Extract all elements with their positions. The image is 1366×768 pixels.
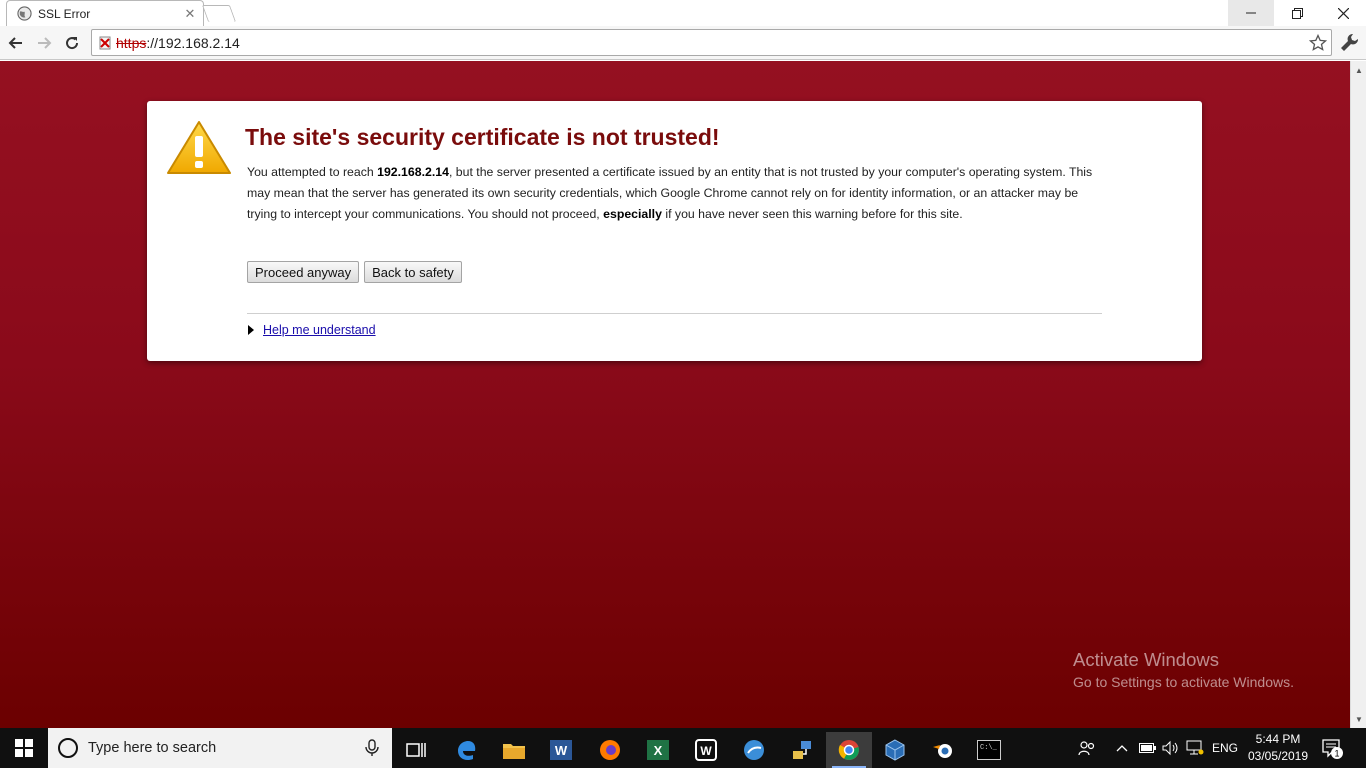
show-hidden-icons-chevron-icon[interactable] — [1116, 728, 1128, 768]
browser-toolbar: https://192.168.2.14 — [0, 26, 1366, 60]
svg-text:W: W — [555, 743, 568, 758]
people-icon[interactable] — [1078, 728, 1096, 768]
forward-button[interactable] — [32, 31, 56, 55]
page-content: The site's security certificate is not t… — [0, 61, 1350, 728]
scroll-up-arrow-icon[interactable]: ▲ — [1351, 63, 1366, 77]
error-description: You attempted to reach 192.168.2.14, but… — [247, 162, 1107, 225]
edge-icon[interactable] — [443, 732, 489, 768]
disclosure-triangle-icon[interactable] — [248, 325, 254, 335]
svg-text:C:\_: C:\_ — [980, 744, 998, 752]
globe-icon — [17, 6, 32, 21]
restore-icon — [1291, 7, 1303, 19]
network-icon[interactable] — [1186, 728, 1204, 768]
wiki-app-icon[interactable]: W — [683, 732, 729, 768]
broken-lock-icon — [99, 36, 111, 49]
virtualbox-icon[interactable] — [872, 732, 918, 768]
task-view-icon[interactable] — [393, 732, 439, 768]
windows-logo-icon — [15, 739, 33, 757]
bookmark-star-icon[interactable] — [1309, 34, 1327, 52]
terminal-icon[interactable]: C:\_ — [966, 732, 1012, 768]
svg-text:X: X — [654, 743, 663, 758]
cortana-icon — [58, 738, 78, 758]
svg-text:W: W — [700, 744, 712, 758]
error-emphasis: especially — [603, 207, 662, 221]
volume-icon[interactable] — [1162, 728, 1180, 768]
help-me-understand-link[interactable]: Help me understand — [263, 323, 376, 337]
error-text-3: if you have never seen this warning befo… — [661, 207, 963, 221]
excel-icon[interactable]: X — [635, 732, 681, 768]
ssl-error-card: The site's security certificate is not t… — [147, 101, 1202, 361]
back-button[interactable] — [4, 31, 28, 55]
restore-button[interactable] — [1274, 0, 1320, 26]
language-indicator[interactable]: ENG — [1212, 728, 1238, 768]
battery-icon[interactable] — [1139, 728, 1157, 768]
blender-icon[interactable] — [920, 732, 966, 768]
proceed-anyway-button[interactable]: Proceed anyway — [247, 261, 360, 283]
reload-button[interactable] — [60, 31, 84, 55]
start-button[interactable] — [0, 728, 48, 768]
tab-ssl-error[interactable]: SSL Error ✕ — [6, 0, 204, 26]
tab-close-icon[interactable]: ✕ — [181, 6, 199, 22]
taskbar-search[interactable]: Type here to search — [48, 728, 392, 768]
microphone-icon[interactable] — [362, 738, 382, 758]
chrome-icon[interactable] — [826, 732, 872, 768]
notification-count: 1 — [1334, 749, 1339, 759]
arrow-right-icon — [38, 37, 52, 49]
word-icon[interactable]: W — [538, 732, 584, 768]
close-window-button[interactable] — [1320, 0, 1366, 26]
address-bar[interactable]: https://192.168.2.14 — [91, 29, 1332, 56]
browser-app-icon[interactable] — [731, 732, 777, 768]
title-bar: SSL Error ✕ — [0, 0, 1366, 26]
back-to-safety-button[interactable]: Back to safety — [364, 261, 462, 283]
system-clock[interactable]: 5:44 PM 03/05/2019 — [1240, 731, 1316, 765]
network-app-icon[interactable] — [779, 732, 825, 768]
clock-time: 5:44 PM — [1255, 732, 1301, 746]
activate-subtitle: Go to Settings to activate Windows. — [1073, 674, 1294, 690]
arrow-left-icon — [8, 37, 22, 49]
new-tab-button[interactable] — [201, 5, 237, 22]
close-icon — [1337, 7, 1349, 19]
minimize-button[interactable] — [1228, 0, 1274, 26]
action-center-button[interactable]: 1 — [1320, 736, 1344, 760]
action-buttons: Proceed anyway Back to safety — [247, 261, 462, 283]
activate-title: Activate Windows — [1073, 649, 1219, 670]
tab-title: SSL Error — [38, 6, 91, 21]
reload-icon — [66, 37, 79, 50]
error-host: 192.168.2.14 — [377, 165, 449, 179]
notification-icon: 1 — [1322, 739, 1343, 759]
error-title: The site's security certificate is not t… — [245, 124, 720, 150]
warning-icon — [167, 121, 231, 174]
activate-windows-watermark: Activate Windows Go to Settings to activ… — [1073, 649, 1294, 690]
windows-taskbar: Type here to search W X W C:\_ ENG 5:44 … — [0, 728, 1366, 768]
error-text-1: You attempted to reach — [247, 165, 378, 179]
scroll-down-arrow-icon[interactable]: ▼ — [1351, 712, 1366, 726]
help-expander[interactable]: Help me understand — [248, 323, 376, 337]
url-scheme: https — [116, 34, 147, 51]
clock-date: 03/05/2019 — [1247, 749, 1309, 763]
file-explorer-icon[interactable] — [491, 732, 537, 768]
wrench-icon[interactable] — [1338, 32, 1360, 54]
url-host: ://192.168.2.14 — [146, 34, 240, 51]
minimize-icon — [1246, 12, 1256, 14]
firefox-icon[interactable] — [587, 732, 633, 768]
vertical-scrollbar[interactable]: ▲ ▼ — [1350, 61, 1366, 728]
divider — [247, 313, 1102, 314]
search-placeholder: Type here to search — [88, 740, 217, 756]
